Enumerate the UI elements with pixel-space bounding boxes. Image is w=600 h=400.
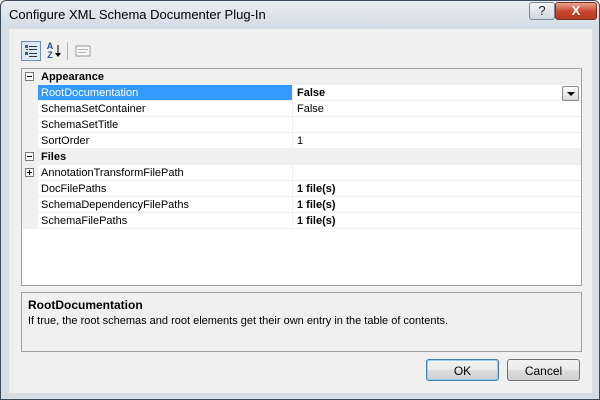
property-name[interactable]: SchemaSetContainer <box>38 101 293 117</box>
property-value[interactable] <box>294 117 581 133</box>
description-text: If true, the root schemas and root eleme… <box>28 315 449 327</box>
toolbar-separator <box>67 42 68 60</box>
property-name[interactable]: SchemaFilePaths <box>38 213 293 229</box>
categorized-view-icon <box>25 45 37 57</box>
dialog-window: Configure XML Schema Documenter Plug-In … <box>0 0 600 400</box>
expand-icon[interactable] <box>25 168 34 177</box>
property-grid: Appearance RootDocumentation False Schem… <box>21 68 582 286</box>
property-name[interactable]: DocFilePaths <box>38 181 293 197</box>
row-gutter <box>22 181 38 197</box>
category-row-appearance[interactable]: Appearance <box>22 69 581 85</box>
category-label: Appearance <box>41 71 104 83</box>
property-value[interactable]: 1 <box>294 133 581 149</box>
row-gutter <box>22 133 38 149</box>
property-row-schemafilepaths[interactable]: SchemaFilePaths 1 file(s) <box>22 213 581 229</box>
property-value[interactable] <box>294 165 581 181</box>
ok-button[interactable]: OK <box>426 359 499 381</box>
window-title: Configure XML Schema Documenter Plug-In <box>9 7 266 22</box>
property-row-schemadependencyfilepaths[interactable]: SchemaDependencyFilePaths 1 file(s) <box>22 197 581 213</box>
row-gutter <box>22 197 38 213</box>
property-row-docfilepaths[interactable]: DocFilePaths 1 file(s) <box>22 181 581 197</box>
property-name[interactable]: RootDocumentation <box>38 85 293 101</box>
property-pages-icon <box>75 45 91 57</box>
property-pages-button[interactable] <box>73 41 93 61</box>
row-gutter <box>22 165 38 181</box>
description-title: RootDocumentation <box>28 298 143 312</box>
collapse-icon[interactable] <box>25 72 34 81</box>
property-name[interactable]: SchemaSetTitle <box>38 117 293 133</box>
property-row-schemasettitle[interactable]: SchemaSetTitle <box>22 117 581 133</box>
property-name[interactable]: AnnotationTransformFilePath <box>38 165 293 181</box>
alphabetical-sort-button[interactable]: A Z <box>43 41 63 61</box>
categorized-view-button[interactable] <box>21 41 41 61</box>
close-button[interactable]: X <box>555 2 597 20</box>
property-value[interactable]: False <box>294 101 581 117</box>
category-row-files[interactable]: Files <box>22 149 581 165</box>
property-row-rootdocumentation[interactable]: RootDocumentation False <box>22 85 581 101</box>
alphabetical-sort-icon: A Z <box>46 41 54 60</box>
row-gutter <box>22 101 38 117</box>
dropdown-arrow-icon[interactable] <box>562 86 579 101</box>
category-label: Files <box>41 151 67 163</box>
sort-arrow-icon <box>54 45 61 57</box>
property-value[interactable]: 1 file(s) <box>294 213 581 229</box>
row-gutter <box>22 117 38 133</box>
cancel-button[interactable]: Cancel <box>507 359 580 381</box>
property-value[interactable]: 1 file(s) <box>294 181 581 197</box>
property-row-annotationtransformfilepath[interactable]: AnnotationTransformFilePath <box>22 165 581 181</box>
help-button[interactable]: ? <box>529 2 555 20</box>
description-pane: RootDocumentation If true, the root sche… <box>21 292 582 352</box>
property-row-sortorder[interactable]: SortOrder 1 <box>22 133 581 149</box>
property-name[interactable]: SortOrder <box>38 133 293 149</box>
title-bar[interactable]: Configure XML Schema Documenter Plug-In … <box>1 1 599 28</box>
dialog-client-area: A Z Appearance RootDocumentation False S… <box>9 29 592 393</box>
property-value-dropdown[interactable]: False <box>294 85 581 101</box>
row-gutter <box>22 85 38 101</box>
property-row-schemasetcontainer[interactable]: SchemaSetContainer False <box>22 101 581 117</box>
row-gutter <box>22 213 38 229</box>
collapse-icon[interactable] <box>25 152 34 161</box>
property-value[interactable]: 1 file(s) <box>294 197 581 213</box>
property-name[interactable]: SchemaDependencyFilePaths <box>38 197 293 213</box>
